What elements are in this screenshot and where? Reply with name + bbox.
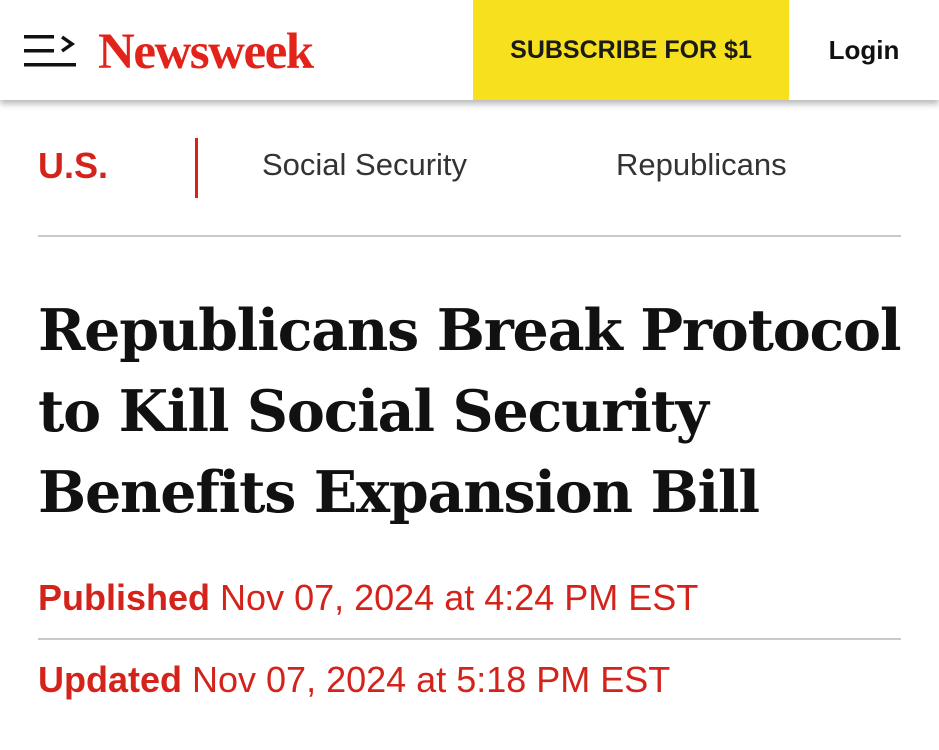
section-divider-rule <box>38 235 901 237</box>
updated-label: Updated <box>38 659 182 700</box>
published-label: Published <box>38 577 211 618</box>
article-headline: Republicans Break Protocol to Kill Socia… <box>38 297 901 526</box>
top-bar: Newsweek SUBSCRIBE FOR $1 Login <box>0 0 939 100</box>
published-line: Published Nov 07, 2024 at 4:24 PM EST <box>38 577 698 619</box>
updated-line: Updated Nov 07, 2024 at 5:18 PM EST <box>38 659 670 701</box>
updated-date: Nov 07, 2024 at 5:18 PM EST <box>192 659 671 700</box>
tag-link-social-security[interactable]: Social Security <box>262 147 467 183</box>
login-button[interactable]: Login <box>789 0 939 100</box>
dates-divider-rule <box>38 638 901 640</box>
subscribe-button[interactable]: SUBSCRIBE FOR $1 <box>473 0 789 100</box>
newsweek-logo[interactable]: Newsweek <box>98 24 314 80</box>
tag-link-republicans[interactable]: Republicans <box>616 147 787 183</box>
section-nav: U.S. Social Security Republicans <box>0 100 939 236</box>
published-date: Nov 07, 2024 at 4:24 PM EST <box>220 577 699 618</box>
section-divider <box>195 138 198 198</box>
section-link-us[interactable]: U.S. <box>38 145 108 187</box>
menu-icon[interactable] <box>24 33 78 69</box>
